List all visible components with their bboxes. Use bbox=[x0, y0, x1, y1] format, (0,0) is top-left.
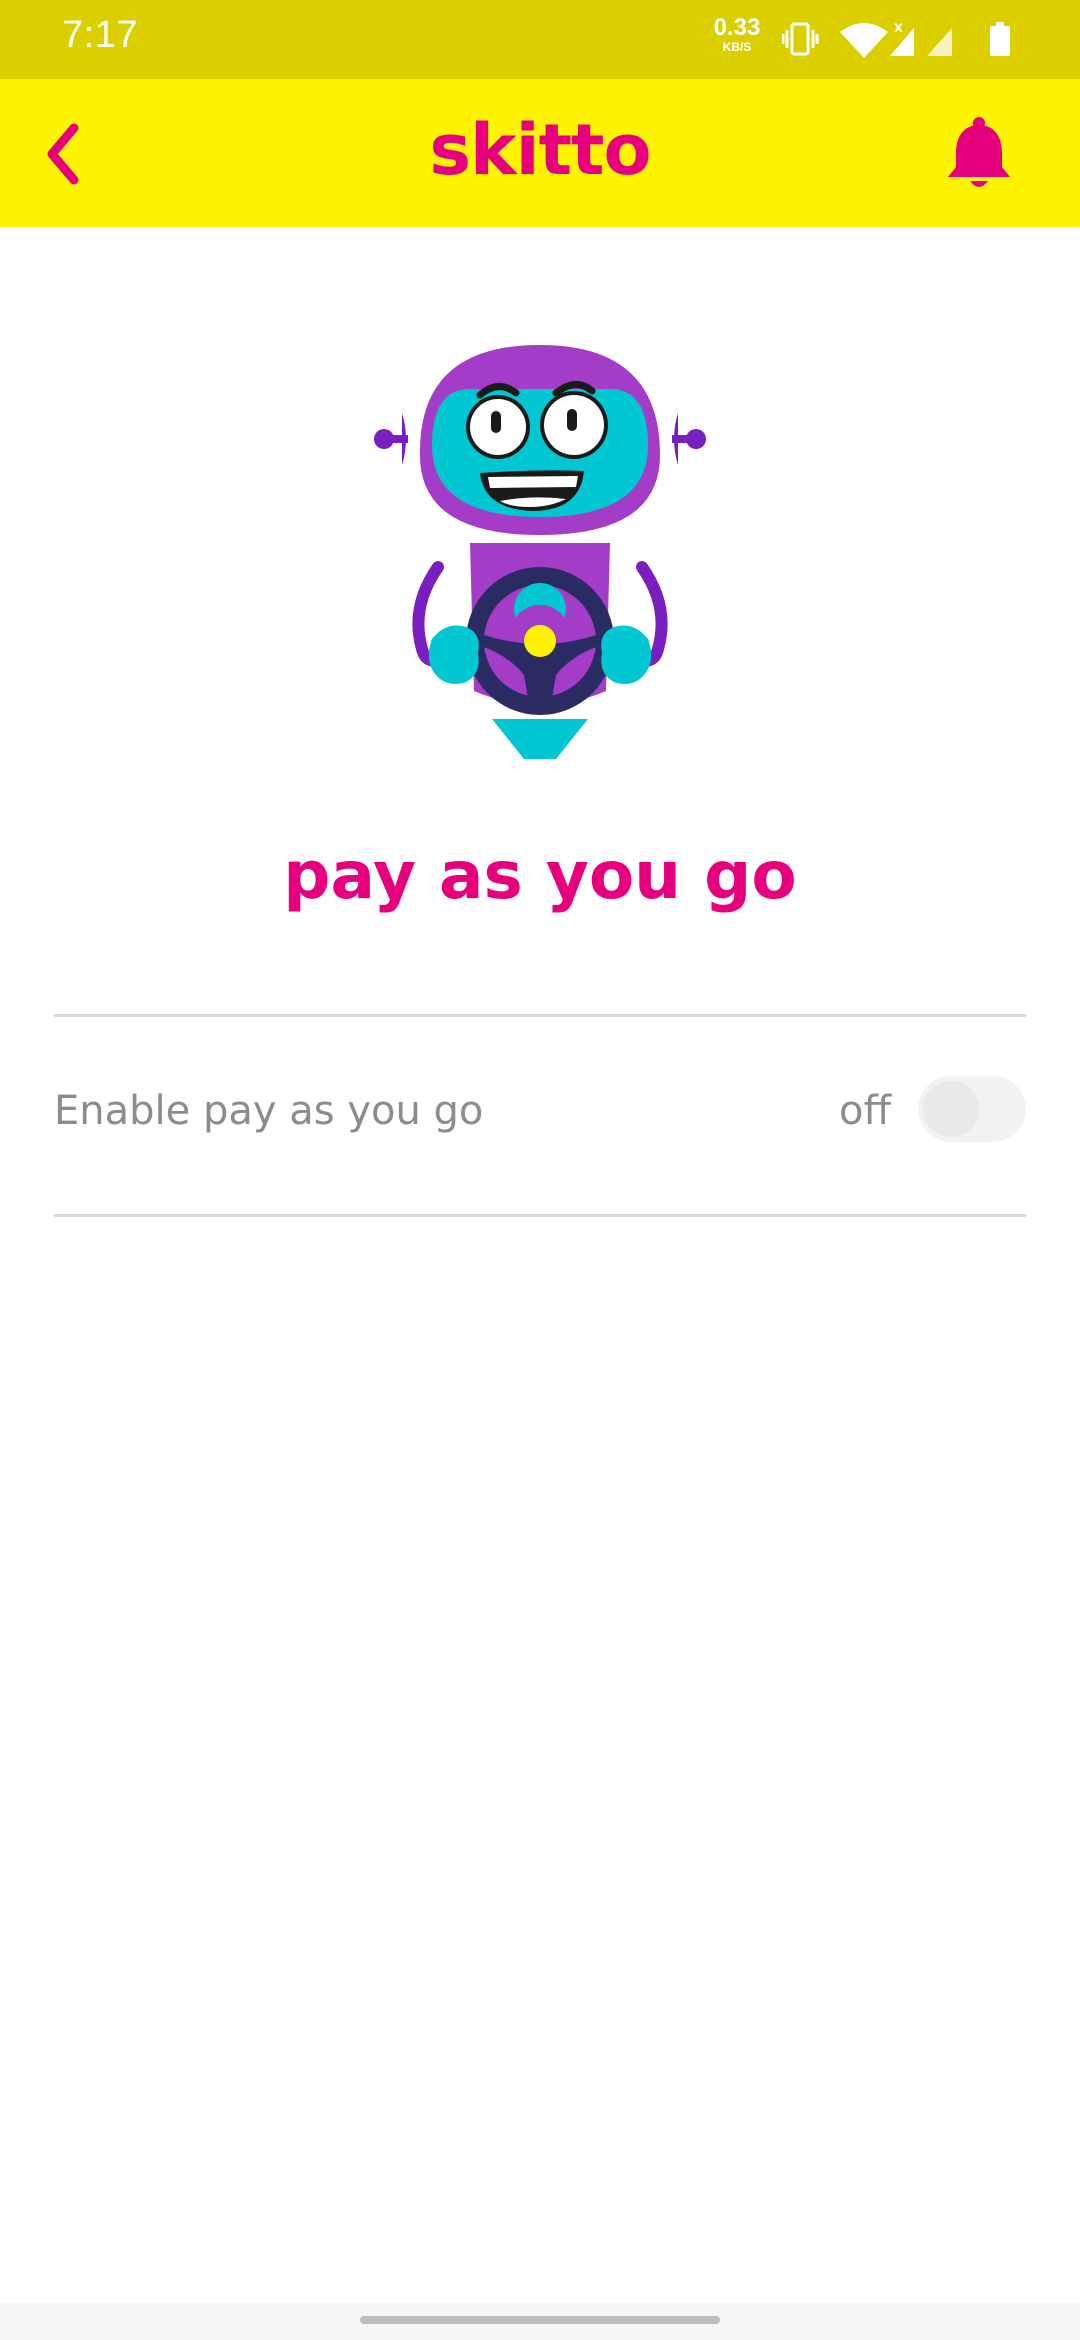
signal-icon bbox=[927, 28, 952, 56]
network-speed: 0.33 KB/S bbox=[712, 14, 762, 54]
pay-as-you-go-setting-row: Enable pay as you go off bbox=[54, 1017, 1026, 1214]
robot-mascot-illustration bbox=[374, 345, 706, 759]
status-time: 7:17 bbox=[62, 14, 138, 56]
status-icons: x bbox=[782, 19, 1010, 58]
notification-button[interactable] bbox=[944, 115, 1014, 191]
toggle-state-text: off bbox=[839, 1088, 892, 1134]
setting-label: Enable pay as you go bbox=[54, 1088, 484, 1134]
network-speed-unit: KB/S bbox=[722, 40, 752, 54]
screen: 7:17 0.33 KB/S x skitto pay as you go En… bbox=[0, 0, 1080, 2340]
toggle-knob bbox=[923, 1081, 979, 1137]
network-speed-value: 0.33 bbox=[713, 14, 761, 41]
app-logo-title: skitto bbox=[429, 109, 651, 191]
vibrate-icon bbox=[782, 22, 819, 56]
divider bbox=[54, 1214, 1026, 1217]
steering-wheel-icon bbox=[466, 567, 614, 715]
battery-icon bbox=[990, 22, 1010, 56]
page-title: pay as you go bbox=[283, 837, 797, 914]
robot-head bbox=[419, 345, 660, 535]
bell-icon bbox=[948, 117, 1010, 187]
pay-as-you-go-toggle[interactable] bbox=[918, 1076, 1026, 1142]
app-bar: skitto bbox=[0, 79, 1080, 227]
status-bar: 7:17 0.33 KB/S x bbox=[0, 0, 1080, 79]
svg-text:x: x bbox=[894, 19, 903, 36]
home-gesture-bar[interactable] bbox=[360, 2316, 720, 2324]
navigation-gesture-area bbox=[0, 2302, 1080, 2340]
